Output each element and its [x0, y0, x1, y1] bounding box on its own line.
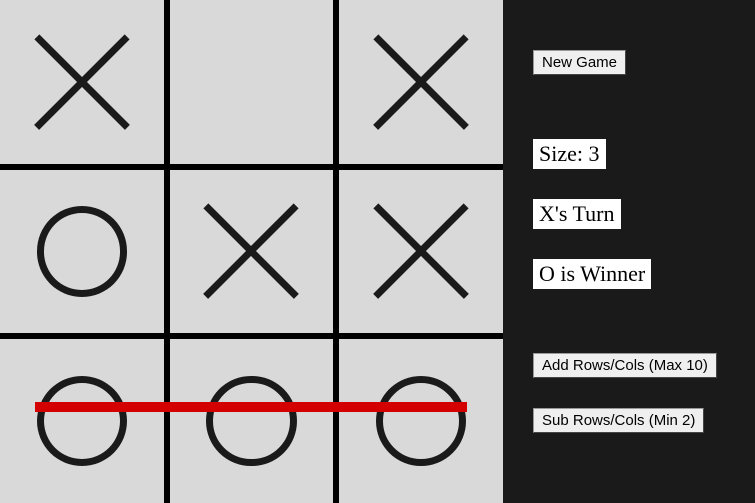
- cell-1-0[interactable]: [0, 170, 164, 334]
- winner-label: O is Winner: [533, 259, 651, 289]
- cell-1-2[interactable]: [339, 170, 503, 334]
- x-mark-icon: [194, 194, 309, 309]
- sub-rows-cols-button[interactable]: Sub Rows/Cols (Min 2): [533, 408, 704, 433]
- cell-2-0[interactable]: [0, 339, 164, 503]
- win-line: [35, 402, 467, 412]
- cell-0-0[interactable]: [0, 0, 164, 164]
- turn-label: X's Turn: [533, 199, 621, 229]
- cell-0-2[interactable]: [339, 0, 503, 164]
- size-label: Size: 3: [533, 139, 606, 169]
- x-mark-icon: [364, 25, 479, 140]
- game-board-container: [0, 0, 503, 503]
- x-mark-icon: [25, 25, 140, 140]
- cell-0-1[interactable]: [170, 0, 334, 164]
- cell-1-1[interactable]: [170, 170, 334, 334]
- cell-2-2[interactable]: [339, 339, 503, 503]
- o-mark-icon: [37, 376, 127, 466]
- sidebar: New Game Size: 3 X's Turn O is Winner Ad…: [503, 0, 755, 503]
- cell-2-1[interactable]: [170, 339, 334, 503]
- x-mark-icon: [364, 194, 479, 309]
- add-rows-cols-button[interactable]: Add Rows/Cols (Max 10): [533, 353, 717, 378]
- game-board: [0, 0, 503, 503]
- o-mark-icon: [376, 376, 466, 466]
- o-mark-icon: [206, 376, 296, 466]
- new-game-button[interactable]: New Game: [533, 50, 626, 75]
- o-mark-icon: [37, 206, 127, 296]
